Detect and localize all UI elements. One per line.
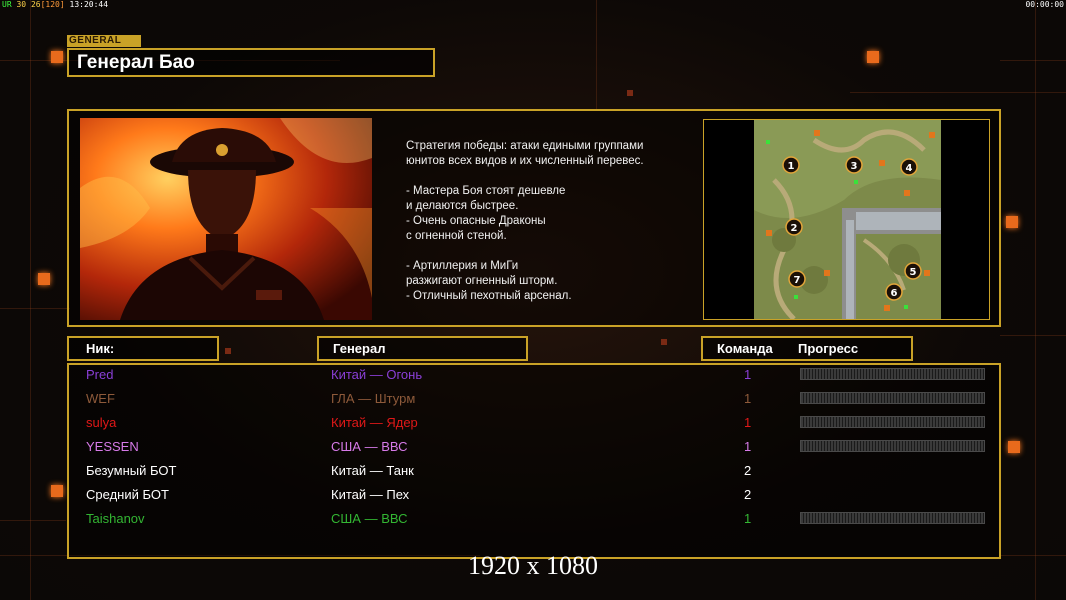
strategy-points-a: - Мастера Боя стоят дешевле и делаются б…	[406, 185, 566, 242]
header-general: Генерал	[317, 336, 528, 361]
player-general: ГЛА — Штурм	[331, 391, 416, 406]
strategy-text: Стратегия победы: атаки едиными группами…	[406, 139, 696, 304]
bg-light	[225, 348, 231, 354]
map-preview: 1 2 3 4 5 6 7	[703, 119, 990, 320]
resolution-label: 1920 x 1080	[468, 551, 598, 580]
header-nick: Ник:	[67, 336, 219, 361]
header-team-label: Команда	[717, 341, 773, 356]
player-row: WEF ГЛА — Штурм 1	[0, 388, 1066, 412]
strategy-spacer	[406, 244, 696, 259]
bg-line	[1000, 335, 1066, 336]
bg-line	[596, 0, 597, 110]
svg-text:1: 1	[788, 161, 795, 172]
player-general: Китай — Огонь	[331, 367, 423, 382]
hud-left: UR 30 26[120] 13:20:44	[2, 0, 108, 9]
player-name: sulya	[86, 415, 117, 430]
player-row: Taishanov США — ВВС 1	[0, 508, 1066, 532]
hud-fps: 30	[16, 0, 27, 9]
portrait-figure	[80, 118, 372, 320]
strategy-spacer	[406, 169, 696, 184]
svg-text:5: 5	[910, 267, 917, 278]
general-tag: GENERAL	[67, 35, 141, 47]
map-slot-1: 1	[782, 156, 800, 174]
svg-text:2: 2	[791, 223, 798, 234]
player-row: YESSEN США — ВВС 1	[0, 436, 1066, 460]
svg-text:4: 4	[906, 163, 913, 174]
bg-line	[1000, 60, 1066, 61]
player-name: Безумный БОТ	[86, 463, 177, 478]
hud-value: 26	[30, 0, 41, 9]
bg-light	[51, 51, 63, 63]
player-team: 1	[744, 511, 752, 526]
player-general: Китай — Пех	[331, 487, 410, 502]
general-portrait	[80, 118, 372, 320]
player-team: 1	[744, 367, 752, 382]
map-slot-4: 4	[900, 158, 918, 176]
player-row: sulya Китай — Ядер 1	[0, 412, 1066, 436]
bg-line	[0, 308, 70, 309]
player-name: Pred	[86, 367, 114, 382]
player-progress-bar	[800, 392, 985, 404]
hud-bracket: [120]	[40, 0, 65, 9]
bg-light	[38, 273, 50, 285]
bg-light	[867, 51, 879, 63]
general-name: Генерал Бао	[67, 48, 435, 77]
player-progress-bar	[800, 512, 985, 524]
header-nick-label: Ник:	[86, 341, 115, 356]
player-row: Pred Китай — Огонь 1	[0, 364, 1066, 388]
hud-clock: 13:20:44	[69, 0, 109, 9]
header-progress-label: Прогресс	[798, 341, 859, 356]
player-general: Китай — Танк	[331, 463, 414, 478]
map-slot-2: 2	[785, 218, 803, 236]
map-slot-3: 3	[845, 156, 863, 174]
player-progress-bar	[800, 440, 985, 452]
player-team: 2	[744, 487, 752, 502]
bg-line	[850, 92, 1066, 93]
player-team: 1	[744, 439, 752, 454]
map-slot-7: 7	[788, 270, 806, 288]
minimap: 1 2 3 4 5 6 7	[754, 120, 941, 319]
player-row: Средний БОТ Китай — Пех 2	[0, 484, 1066, 508]
player-progress-bar	[800, 416, 985, 428]
player-name: WEF	[86, 391, 115, 406]
hud-right-clock: 00:00:00	[1025, 0, 1064, 9]
player-name: YESSEN	[86, 439, 139, 454]
strategy-intro: Стратегия победы: атаки едиными группами…	[406, 140, 644, 167]
svg-text:6: 6	[891, 288, 898, 299]
map-slot-5: 5	[904, 262, 922, 280]
player-row: Безумный БОТ Китай — Танк 2	[0, 460, 1066, 484]
hud-label: UR	[2, 0, 12, 9]
player-name: Taishanov	[86, 511, 145, 526]
header-general-label: Генерал	[333, 341, 386, 356]
bg-light	[661, 339, 667, 345]
player-team: 2	[744, 463, 752, 478]
strategy-points-b: - Артиллерия и МиГи разжигают огненный ш…	[406, 260, 572, 302]
player-progress-bar	[800, 368, 985, 380]
svg-text:3: 3	[851, 161, 858, 172]
player-general: Китай — Ядер	[331, 415, 418, 430]
player-name: Средний БОТ	[86, 487, 169, 502]
bg-light	[1006, 216, 1018, 228]
bg-light	[627, 90, 633, 96]
player-team: 1	[744, 415, 752, 430]
player-general: США — ВВС	[331, 439, 408, 454]
player-team: 1	[744, 391, 752, 406]
map-slot-6: 6	[885, 283, 903, 301]
svg-text:7: 7	[794, 275, 801, 286]
player-general: США — ВВС	[331, 511, 408, 526]
header-team-progress: Команда Прогресс	[701, 336, 913, 361]
